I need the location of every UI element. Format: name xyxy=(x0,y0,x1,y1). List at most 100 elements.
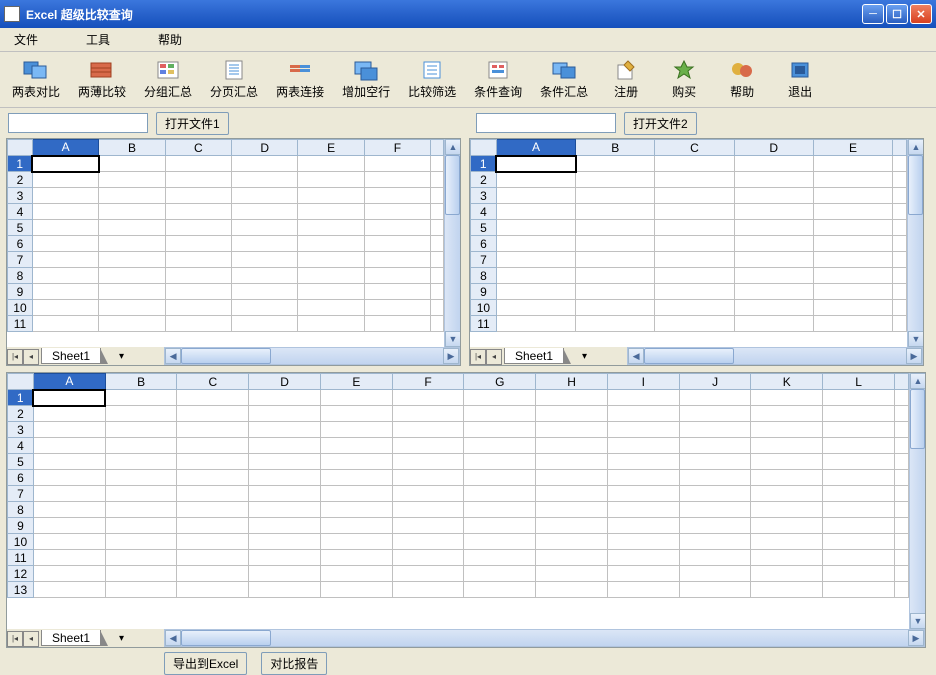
cell[interactable] xyxy=(105,566,177,582)
cell[interactable] xyxy=(655,204,734,220)
cell[interactable] xyxy=(734,284,813,300)
row-header[interactable]: 10 xyxy=(471,300,497,316)
cell[interactable] xyxy=(232,188,298,204)
cell[interactable] xyxy=(165,156,231,172)
cell[interactable] xyxy=(232,156,298,172)
cell[interactable] xyxy=(392,566,464,582)
cell[interactable] xyxy=(496,300,575,316)
row-header[interactable]: 1 xyxy=(8,390,34,406)
cell[interactable] xyxy=(751,550,823,566)
cell[interactable] xyxy=(496,252,575,268)
cell[interactable] xyxy=(232,268,298,284)
cell[interactable] xyxy=(33,470,105,486)
column-header[interactable]: I xyxy=(607,374,679,390)
cell[interactable] xyxy=(232,236,298,252)
cell[interactable] xyxy=(655,156,734,172)
cell[interactable] xyxy=(105,390,177,406)
sheet-tab[interactable]: Sheet1 xyxy=(41,630,101,646)
select-all-corner[interactable] xyxy=(471,140,497,156)
cell[interactable] xyxy=(177,502,249,518)
cell[interactable] xyxy=(607,550,679,566)
cell[interactable] xyxy=(232,284,298,300)
cell[interactable] xyxy=(320,422,392,438)
cell[interactable] xyxy=(165,220,231,236)
toolbar-group-summary[interactable]: 分组汇总 xyxy=(140,57,196,102)
cell[interactable] xyxy=(734,172,813,188)
column-header[interactable]: G xyxy=(464,374,536,390)
cell[interactable] xyxy=(679,582,751,598)
cell[interactable] xyxy=(99,220,165,236)
cell[interactable] xyxy=(392,582,464,598)
row-header[interactable]: 10 xyxy=(8,300,33,316)
export-excel-button[interactable]: 导出到Excel xyxy=(164,652,247,675)
cell[interactable] xyxy=(298,252,364,268)
cell[interactable] xyxy=(105,422,177,438)
toolbar-condition-summary[interactable]: 条件汇总 xyxy=(536,57,592,102)
cell[interactable] xyxy=(734,300,813,316)
column-header[interactable]: E xyxy=(813,140,892,156)
cell[interactable] xyxy=(33,566,105,582)
cell[interactable] xyxy=(99,268,165,284)
cell[interactable] xyxy=(32,236,98,252)
cell[interactable] xyxy=(165,252,231,268)
cell[interactable] xyxy=(32,172,98,188)
cell[interactable] xyxy=(177,438,249,454)
column-header[interactable]: B xyxy=(576,140,655,156)
cell[interactable] xyxy=(576,204,655,220)
cell[interactable] xyxy=(823,534,895,550)
cell[interactable] xyxy=(536,390,608,406)
cell[interactable] xyxy=(105,470,177,486)
cell[interactable] xyxy=(99,188,165,204)
cell[interactable] xyxy=(464,454,536,470)
toolbar-page-summary[interactable]: 分页汇总 xyxy=(206,57,262,102)
cell[interactable] xyxy=(165,284,231,300)
cell[interactable] xyxy=(576,268,655,284)
row-header[interactable]: 4 xyxy=(8,438,34,454)
cell[interactable] xyxy=(823,438,895,454)
cell[interactable] xyxy=(679,438,751,454)
row-header[interactable]: 6 xyxy=(8,236,33,252)
cell[interactable] xyxy=(536,454,608,470)
cell[interactable] xyxy=(496,172,575,188)
row-header[interactable]: 6 xyxy=(8,470,34,486)
column-header[interactable]: H xyxy=(536,374,608,390)
cell[interactable] xyxy=(813,252,892,268)
vertical-scrollbar[interactable]: ▲▼ xyxy=(909,373,925,629)
column-header[interactable]: E xyxy=(298,140,364,156)
cell[interactable] xyxy=(607,390,679,406)
cell[interactable] xyxy=(679,470,751,486)
cell[interactable] xyxy=(105,502,177,518)
cell[interactable] xyxy=(33,550,105,566)
row-header[interactable]: 2 xyxy=(8,406,34,422)
scroll-right-icon[interactable]: ▶ xyxy=(443,348,459,364)
cell[interactable] xyxy=(607,422,679,438)
cell[interactable] xyxy=(249,518,321,534)
cell[interactable] xyxy=(99,172,165,188)
cell[interactable] xyxy=(177,486,249,502)
scroll-down-icon[interactable]: ▼ xyxy=(445,331,460,347)
cell[interactable] xyxy=(607,566,679,582)
cell[interactable] xyxy=(751,534,823,550)
column-header[interactable]: A xyxy=(32,140,98,156)
cell[interactable] xyxy=(364,316,430,332)
cell[interactable] xyxy=(734,188,813,204)
cell[interactable] xyxy=(496,156,575,172)
cell[interactable] xyxy=(823,566,895,582)
toolbar-compare-sheets[interactable]: 两表对比 xyxy=(8,57,64,102)
cell[interactable] xyxy=(496,236,575,252)
cell[interactable] xyxy=(536,486,608,502)
cell[interactable] xyxy=(392,534,464,550)
cell[interactable] xyxy=(232,172,298,188)
tab-dropdown-icon[interactable]: ▾ xyxy=(119,351,124,362)
cell[interactable] xyxy=(99,316,165,332)
cell[interactable] xyxy=(823,454,895,470)
cell[interactable] xyxy=(232,204,298,220)
cell[interactable] xyxy=(33,582,105,598)
column-header[interactable]: D xyxy=(249,374,321,390)
open-file1-button[interactable]: 打开文件1 xyxy=(156,112,229,135)
cell[interactable] xyxy=(607,454,679,470)
cell[interactable] xyxy=(734,204,813,220)
cell[interactable] xyxy=(298,172,364,188)
sheet-tab[interactable]: Sheet1 xyxy=(41,348,101,364)
row-header[interactable]: 7 xyxy=(8,252,33,268)
